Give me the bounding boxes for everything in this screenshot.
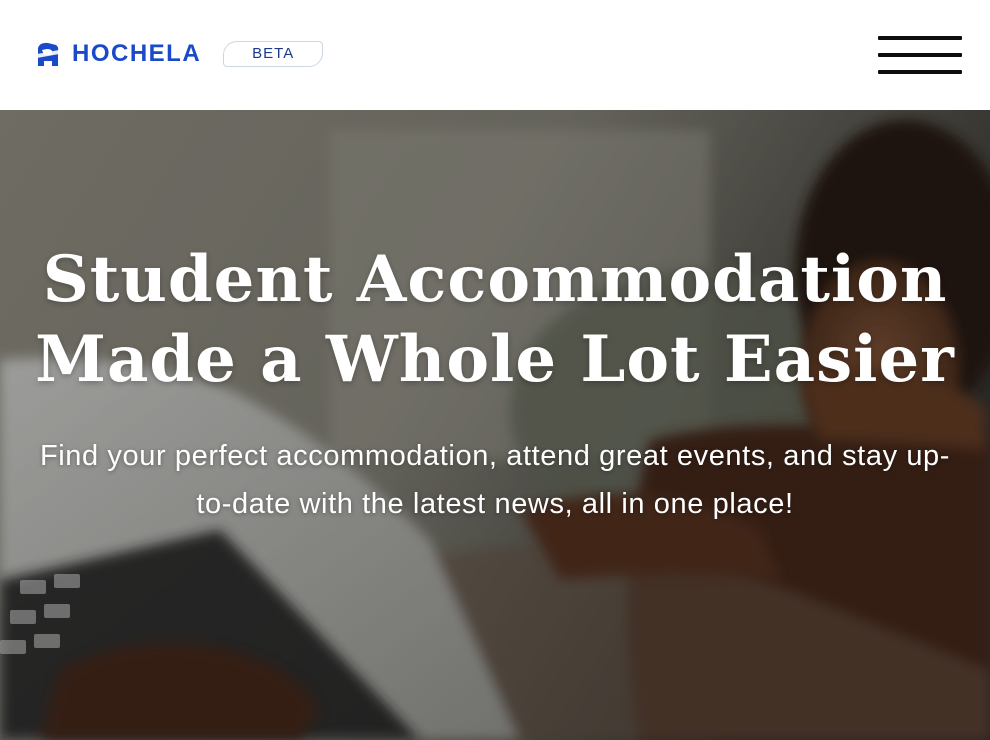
hamburger-line <box>878 70 962 74</box>
hamburger-line <box>878 36 962 40</box>
site-header: HOCHELA BETA <box>0 0 990 110</box>
hero-content: Student Accommodation Made a Whole Lot E… <box>0 240 990 528</box>
hamburger-line <box>878 53 962 57</box>
brand-home-link[interactable]: HOCHELA BETA <box>34 40 324 68</box>
beta-badge: BETA <box>223 41 324 67</box>
brand-name: HOCHELA <box>72 40 202 67</box>
hero-title: Student Accommodation Made a Whole Lot E… <box>35 242 955 397</box>
hero-subtitle: Find your perfect accommodation, attend … <box>39 440 951 520</box>
hero-section: Student Accommodation Made a Whole Lot E… <box>0 110 990 740</box>
hamburger-menu-icon[interactable] <box>878 36 962 74</box>
hochela-logo-icon <box>37 42 59 66</box>
